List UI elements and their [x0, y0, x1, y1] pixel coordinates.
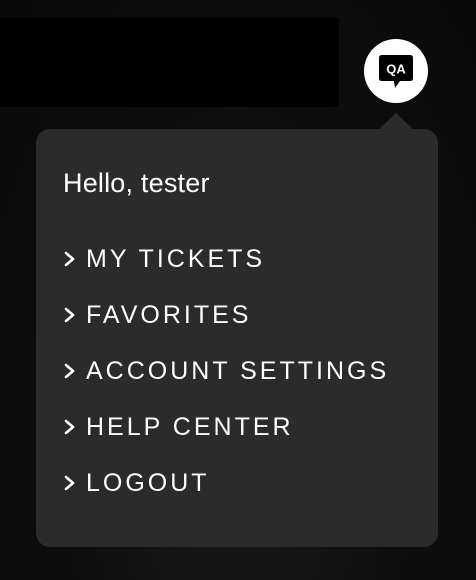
- greeting-text: Hello, tester: [63, 168, 210, 198]
- chevron-right-icon: [64, 363, 75, 379]
- menu-item-help-center[interactable]: HELP CENTER: [63, 399, 438, 455]
- menu-item-logout[interactable]: LOGOUT: [63, 455, 438, 511]
- page: QA Hello, tester MY TICKETS FAVORITES AC…: [0, 0, 476, 580]
- menu-item-label: ACCOUNT SETTINGS: [86, 356, 390, 385]
- menu-item-account-settings[interactable]: ACCOUNT SETTINGS: [63, 343, 438, 399]
- chevron-right-icon: [64, 419, 75, 435]
- menu-item-label: LOGOUT: [86, 468, 210, 497]
- menu-item-label: MY TICKETS: [86, 244, 266, 273]
- chevron-right-icon: [64, 475, 75, 491]
- avatar-initials: QA: [386, 62, 406, 77]
- speech-bubble-icon: QA: [379, 55, 413, 88]
- menu-item-my-tickets[interactable]: MY TICKETS: [63, 231, 438, 287]
- header-bar: [0, 18, 339, 107]
- account-menu-list: MY TICKETS FAVORITES ACCOUNT SETTINGS HE…: [36, 231, 438, 511]
- menu-item-favorites[interactable]: FAVORITES: [63, 287, 438, 343]
- chevron-right-icon: [64, 251, 75, 267]
- account-dropdown-menu: Hello, tester MY TICKETS FAVORITES ACCOU…: [36, 129, 438, 547]
- account-avatar-button[interactable]: QA: [364, 39, 428, 103]
- menu-item-label: FAVORITES: [86, 300, 252, 329]
- chevron-right-icon: [64, 307, 75, 323]
- dropdown-caret: [378, 113, 414, 130]
- menu-item-label: HELP CENTER: [86, 412, 294, 441]
